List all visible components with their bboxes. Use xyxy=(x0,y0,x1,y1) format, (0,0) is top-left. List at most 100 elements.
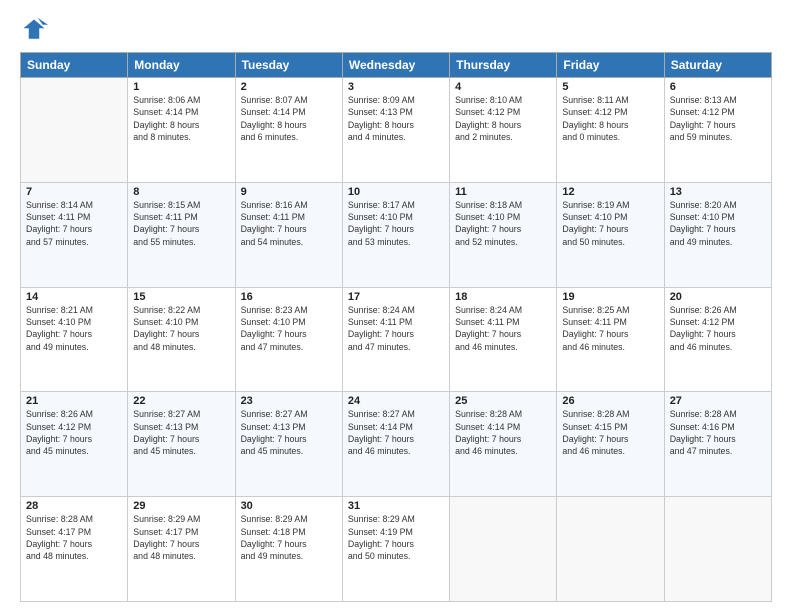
weekday-header: Sunday xyxy=(21,53,128,78)
day-info: Sunrise: 8:14 AM Sunset: 4:11 PM Dayligh… xyxy=(26,199,122,248)
day-info: Sunrise: 8:28 AM Sunset: 4:17 PM Dayligh… xyxy=(26,513,122,562)
day-info: Sunrise: 8:22 AM Sunset: 4:10 PM Dayligh… xyxy=(133,304,229,353)
day-number: 2 xyxy=(241,81,337,93)
calendar-cell: 9Sunrise: 8:16 AM Sunset: 4:11 PM Daylig… xyxy=(235,182,342,287)
calendar-cell: 15Sunrise: 8:22 AM Sunset: 4:10 PM Dayli… xyxy=(128,287,235,392)
calendar-cell: 18Sunrise: 8:24 AM Sunset: 4:11 PM Dayli… xyxy=(450,287,557,392)
calendar-cell: 17Sunrise: 8:24 AM Sunset: 4:11 PM Dayli… xyxy=(342,287,449,392)
logo-icon xyxy=(20,16,48,44)
calendar-cell xyxy=(450,497,557,602)
day-number: 18 xyxy=(455,291,551,303)
weekday-header: Tuesday xyxy=(235,53,342,78)
day-number: 14 xyxy=(26,291,122,303)
day-number: 23 xyxy=(241,395,337,407)
calendar-cell: 1Sunrise: 8:06 AM Sunset: 4:14 PM Daylig… xyxy=(128,78,235,183)
day-number: 29 xyxy=(133,500,229,512)
logo xyxy=(20,16,52,44)
day-number: 17 xyxy=(348,291,444,303)
day-info: Sunrise: 8:26 AM Sunset: 4:12 PM Dayligh… xyxy=(670,304,766,353)
weekday-header: Thursday xyxy=(450,53,557,78)
calendar-cell: 5Sunrise: 8:11 AM Sunset: 4:12 PM Daylig… xyxy=(557,78,664,183)
day-number: 7 xyxy=(26,186,122,198)
day-info: Sunrise: 8:28 AM Sunset: 4:15 PM Dayligh… xyxy=(562,408,658,457)
day-number: 3 xyxy=(348,81,444,93)
calendar-cell: 10Sunrise: 8:17 AM Sunset: 4:10 PM Dayli… xyxy=(342,182,449,287)
day-number: 19 xyxy=(562,291,658,303)
calendar-cell: 19Sunrise: 8:25 AM Sunset: 4:11 PM Dayli… xyxy=(557,287,664,392)
day-info: Sunrise: 8:25 AM Sunset: 4:11 PM Dayligh… xyxy=(562,304,658,353)
calendar-cell xyxy=(664,497,771,602)
day-number: 20 xyxy=(670,291,766,303)
calendar-row: 28Sunrise: 8:28 AM Sunset: 4:17 PM Dayli… xyxy=(21,497,772,602)
day-info: Sunrise: 8:09 AM Sunset: 4:13 PM Dayligh… xyxy=(348,94,444,143)
calendar-cell: 12Sunrise: 8:19 AM Sunset: 4:10 PM Dayli… xyxy=(557,182,664,287)
day-info: Sunrise: 8:29 AM Sunset: 4:18 PM Dayligh… xyxy=(241,513,337,562)
day-info: Sunrise: 8:07 AM Sunset: 4:14 PM Dayligh… xyxy=(241,94,337,143)
day-info: Sunrise: 8:15 AM Sunset: 4:11 PM Dayligh… xyxy=(133,199,229,248)
calendar-cell: 14Sunrise: 8:21 AM Sunset: 4:10 PM Dayli… xyxy=(21,287,128,392)
day-number: 13 xyxy=(670,186,766,198)
day-number: 22 xyxy=(133,395,229,407)
day-info: Sunrise: 8:16 AM Sunset: 4:11 PM Dayligh… xyxy=(241,199,337,248)
calendar-cell: 22Sunrise: 8:27 AM Sunset: 4:13 PM Dayli… xyxy=(128,392,235,497)
calendar-cell: 25Sunrise: 8:28 AM Sunset: 4:14 PM Dayli… xyxy=(450,392,557,497)
calendar-row: 14Sunrise: 8:21 AM Sunset: 4:10 PM Dayli… xyxy=(21,287,772,392)
calendar-cell: 26Sunrise: 8:28 AM Sunset: 4:15 PM Dayli… xyxy=(557,392,664,497)
calendar-cell: 2Sunrise: 8:07 AM Sunset: 4:14 PM Daylig… xyxy=(235,78,342,183)
day-number: 8 xyxy=(133,186,229,198)
calendar-cell: 20Sunrise: 8:26 AM Sunset: 4:12 PM Dayli… xyxy=(664,287,771,392)
day-number: 16 xyxy=(241,291,337,303)
calendar-cell: 23Sunrise: 8:27 AM Sunset: 4:13 PM Dayli… xyxy=(235,392,342,497)
calendar-cell: 29Sunrise: 8:29 AM Sunset: 4:17 PM Dayli… xyxy=(128,497,235,602)
day-number: 5 xyxy=(562,81,658,93)
calendar-row: 21Sunrise: 8:26 AM Sunset: 4:12 PM Dayli… xyxy=(21,392,772,497)
day-number: 28 xyxy=(26,500,122,512)
day-info: Sunrise: 8:17 AM Sunset: 4:10 PM Dayligh… xyxy=(348,199,444,248)
day-info: Sunrise: 8:13 AM Sunset: 4:12 PM Dayligh… xyxy=(670,94,766,143)
calendar-cell: 13Sunrise: 8:20 AM Sunset: 4:10 PM Dayli… xyxy=(664,182,771,287)
weekday-header: Monday xyxy=(128,53,235,78)
calendar-cell: 11Sunrise: 8:18 AM Sunset: 4:10 PM Dayli… xyxy=(450,182,557,287)
day-number: 10 xyxy=(348,186,444,198)
day-number: 30 xyxy=(241,500,337,512)
day-info: Sunrise: 8:11 AM Sunset: 4:12 PM Dayligh… xyxy=(562,94,658,143)
calendar-cell: 30Sunrise: 8:29 AM Sunset: 4:18 PM Dayli… xyxy=(235,497,342,602)
day-info: Sunrise: 8:27 AM Sunset: 4:13 PM Dayligh… xyxy=(133,408,229,457)
calendar: SundayMondayTuesdayWednesdayThursdayFrid… xyxy=(20,52,772,602)
day-info: Sunrise: 8:27 AM Sunset: 4:14 PM Dayligh… xyxy=(348,408,444,457)
page: SundayMondayTuesdayWednesdayThursdayFrid… xyxy=(0,0,792,612)
day-number: 11 xyxy=(455,186,551,198)
calendar-cell: 28Sunrise: 8:28 AM Sunset: 4:17 PM Dayli… xyxy=(21,497,128,602)
calendar-cell xyxy=(21,78,128,183)
day-number: 9 xyxy=(241,186,337,198)
day-info: Sunrise: 8:24 AM Sunset: 4:11 PM Dayligh… xyxy=(455,304,551,353)
calendar-cell xyxy=(557,497,664,602)
calendar-cell: 6Sunrise: 8:13 AM Sunset: 4:12 PM Daylig… xyxy=(664,78,771,183)
calendar-cell: 21Sunrise: 8:26 AM Sunset: 4:12 PM Dayli… xyxy=(21,392,128,497)
calendar-cell: 16Sunrise: 8:23 AM Sunset: 4:10 PM Dayli… xyxy=(235,287,342,392)
day-info: Sunrise: 8:23 AM Sunset: 4:10 PM Dayligh… xyxy=(241,304,337,353)
calendar-cell: 3Sunrise: 8:09 AM Sunset: 4:13 PM Daylig… xyxy=(342,78,449,183)
day-info: Sunrise: 8:10 AM Sunset: 4:12 PM Dayligh… xyxy=(455,94,551,143)
calendar-cell: 4Sunrise: 8:10 AM Sunset: 4:12 PM Daylig… xyxy=(450,78,557,183)
calendar-cell: 27Sunrise: 8:28 AM Sunset: 4:16 PM Dayli… xyxy=(664,392,771,497)
day-number: 26 xyxy=(562,395,658,407)
header xyxy=(20,16,772,44)
day-info: Sunrise: 8:28 AM Sunset: 4:16 PM Dayligh… xyxy=(670,408,766,457)
day-number: 24 xyxy=(348,395,444,407)
day-info: Sunrise: 8:21 AM Sunset: 4:10 PM Dayligh… xyxy=(26,304,122,353)
day-info: Sunrise: 8:18 AM Sunset: 4:10 PM Dayligh… xyxy=(455,199,551,248)
calendar-row: 7Sunrise: 8:14 AM Sunset: 4:11 PM Daylig… xyxy=(21,182,772,287)
day-number: 25 xyxy=(455,395,551,407)
day-info: Sunrise: 8:20 AM Sunset: 4:10 PM Dayligh… xyxy=(670,199,766,248)
day-number: 1 xyxy=(133,81,229,93)
day-number: 15 xyxy=(133,291,229,303)
calendar-cell: 7Sunrise: 8:14 AM Sunset: 4:11 PM Daylig… xyxy=(21,182,128,287)
day-number: 31 xyxy=(348,500,444,512)
day-info: Sunrise: 8:29 AM Sunset: 4:19 PM Dayligh… xyxy=(348,513,444,562)
day-number: 4 xyxy=(455,81,551,93)
weekday-header: Wednesday xyxy=(342,53,449,78)
calendar-row: 1Sunrise: 8:06 AM Sunset: 4:14 PM Daylig… xyxy=(21,78,772,183)
day-number: 12 xyxy=(562,186,658,198)
day-info: Sunrise: 8:19 AM Sunset: 4:10 PM Dayligh… xyxy=(562,199,658,248)
